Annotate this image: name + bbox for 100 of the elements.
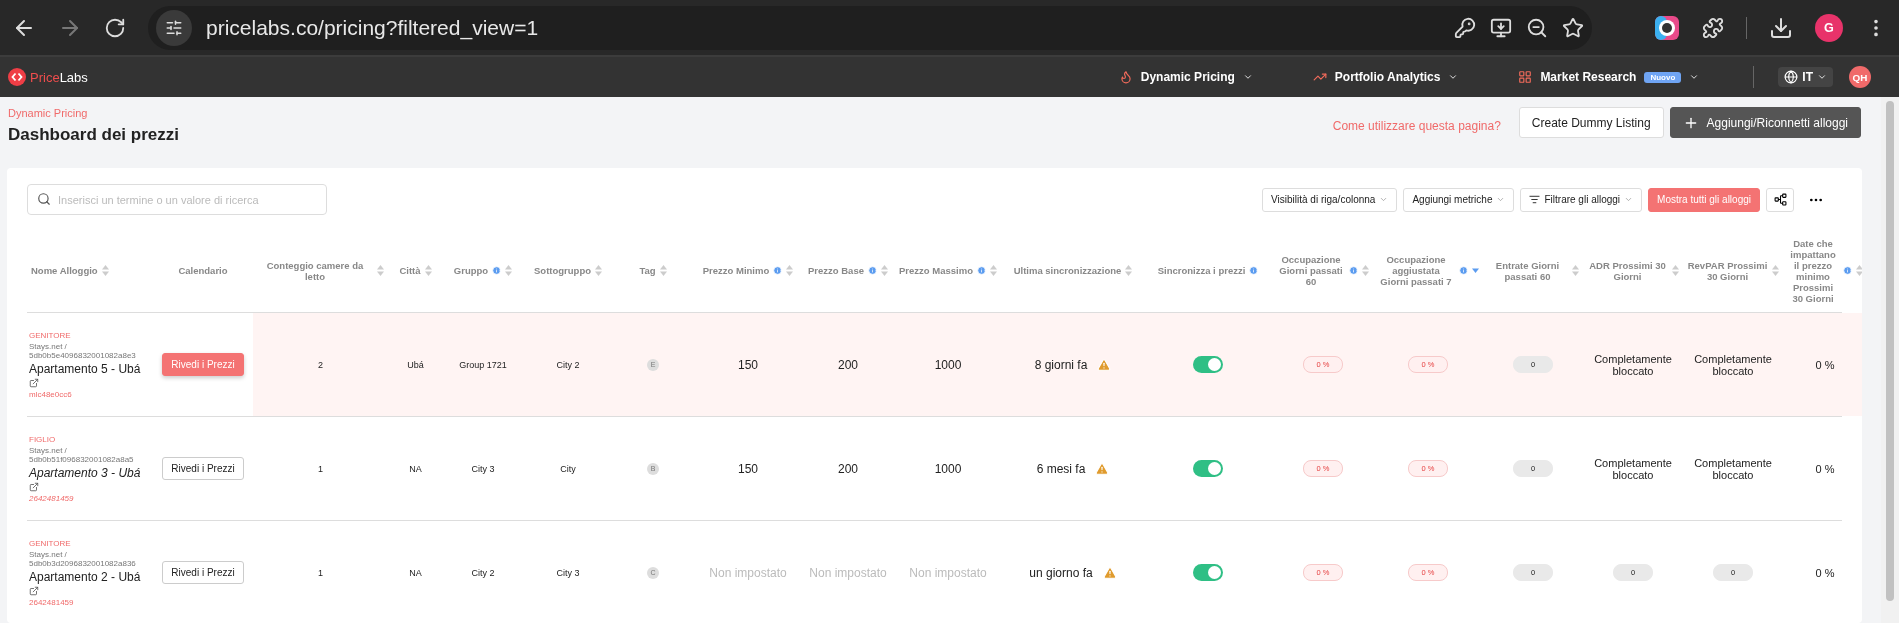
filter-icon	[1529, 194, 1541, 205]
external-link-icon[interactable]	[29, 585, 39, 596]
price-cell: Non impostato	[809, 565, 887, 580]
install-icon[interactable]	[1490, 16, 1512, 39]
sort-icon	[505, 265, 513, 276]
help-link[interactable]: Come utilizzare questa pagina?	[1332, 119, 1501, 133]
price-cell: 1000	[934, 357, 962, 372]
site-settings-icon[interactable]	[156, 9, 192, 46]
price-cell: Non impostato	[909, 565, 987, 580]
dropdown-button[interactable]: Visibilità di riga/colonna	[1262, 187, 1398, 212]
column-header[interactable]: Prezzo Base	[808, 265, 888, 276]
sort-icon	[595, 265, 602, 276]
column-header[interactable]: Conteggio camere da letto	[257, 259, 384, 282]
table-cell: 0 %	[1815, 566, 1835, 579]
external-link-icon[interactable]	[29, 377, 39, 388]
table-cell: City 3	[471, 463, 495, 474]
caret-icon	[1379, 195, 1389, 204]
table-cell: NA	[409, 567, 422, 578]
key-icon[interactable]	[1454, 16, 1476, 39]
sort-icon	[659, 265, 667, 276]
column-header[interactable]: ADR Prossimi 30 Giorni	[1587, 259, 1679, 282]
column-header[interactable]: Città	[399, 265, 432, 276]
info-icon	[773, 266, 783, 275]
sync-toggle[interactable]	[1193, 564, 1223, 581]
column-header[interactable]: Calendario	[178, 265, 228, 276]
nav-menu[interactable]: Portfolio Analytics	[1306, 69, 1465, 85]
download-icon[interactable]	[1769, 15, 1793, 40]
sort-icon	[1362, 265, 1369, 276]
sync-toggle[interactable]	[1193, 356, 1223, 373]
table-cell-text: Completamente bloccato	[1593, 456, 1673, 481]
table-cell: City 2	[556, 359, 580, 370]
reload-icon[interactable]	[104, 16, 126, 39]
table-cell-text: Completamente bloccato	[1693, 352, 1773, 377]
info-icon	[492, 266, 502, 275]
price-cell: 200	[838, 461, 858, 476]
language-selector[interactable]: IT	[1778, 67, 1833, 87]
column-header[interactable]: Nome Alloggio	[31, 265, 109, 276]
column-header[interactable]: Occupazione Giorni passati 60	[1277, 254, 1369, 287]
column-header[interactable]: Entrate Giorni passati 60	[1487, 259, 1579, 282]
dropdown-button[interactable]: Aggiungi metriche	[1403, 187, 1515, 212]
nav-menu[interactable]: Dynamic Pricing	[1112, 69, 1259, 85]
sync-toggle[interactable]	[1193, 460, 1223, 477]
listing-name: Apartamento 3 - Ubá	[29, 465, 142, 480]
column-header[interactable]: RevPAR Prossimi 30 Giorni	[1687, 259, 1779, 282]
role-label: GENITORE	[29, 330, 72, 340]
info-icon	[868, 266, 877, 275]
sort-icon	[1572, 265, 1579, 276]
listing-id: 2642481459	[29, 493, 75, 503]
last-sync-cell: un giorno fa	[1029, 565, 1093, 580]
caret-icon	[1242, 72, 1253, 82]
sort-icon	[989, 265, 997, 276]
listing-id: 2642481459	[29, 597, 75, 607]
info-icon	[1843, 266, 1852, 275]
price-cell: 150	[738, 357, 758, 372]
listing-source: Stays.net / 5db0b51f096832001082a8a5	[29, 445, 135, 464]
listing-name: Apartamento 5 - Ubá	[29, 361, 142, 376]
nav-menu[interactable]: Market Research Nuovo	[1512, 69, 1706, 85]
extensions-icon[interactable]	[1702, 16, 1724, 39]
scrollbar[interactable]	[1881, 97, 1899, 623]
search-field[interactable]: Inserisci un termine o un valore di ricerca	[27, 184, 327, 215]
column-header[interactable]: Prezzo Minimo	[702, 265, 794, 276]
warning-icon	[1095, 461, 1110, 476]
column-header[interactable]: Prezzo Massimo	[899, 265, 997, 276]
profile-avatar[interactable]: G	[1815, 13, 1843, 42]
create-listing-button[interactable]: Create Dummy Listing	[1518, 107, 1664, 138]
caret-icon	[1689, 72, 1700, 82]
review-prices-button[interactable]: Rivedi i Prezzi	[162, 561, 244, 584]
external-link-icon[interactable]	[29, 481, 39, 492]
column-header[interactable]: Occupazione aggiustata Giorni passati 7	[1377, 254, 1479, 287]
caret-icon	[1624, 195, 1634, 204]
listing-source: Stays.net / 5db0b5e4096832001082a8e3	[29, 341, 137, 360]
column-header[interactable]: Date che impattano il prezzo minimo Prossimi 30 Giorni	[1787, 237, 1862, 304]
table-cell: 2	[318, 359, 323, 370]
sort-icon	[881, 265, 888, 276]
user-avatar[interactable]: QH	[1849, 66, 1871, 88]
show-all-button[interactable]: Mostra tutti gli alloggi	[1648, 187, 1760, 212]
star-icon[interactable]	[1562, 16, 1584, 39]
flame-icon	[1118, 70, 1133, 84]
column-header[interactable]: Sincronizza i prezzi	[1157, 265, 1259, 276]
sort-icon	[1672, 265, 1679, 276]
new-badge: Nuovo	[1644, 71, 1682, 83]
price-cell: Non impostato	[709, 565, 787, 580]
column-header[interactable]: Ultima sincronizzazione	[1013, 265, 1133, 276]
camera-extension-icon[interactable]	[1654, 14, 1680, 41]
filter-dropdown[interactable]: Filtrare gli alloggi	[1520, 187, 1643, 212]
sort-down-icon	[1472, 268, 1479, 273]
add-listings-button[interactable]: Aggiungi/Riconnetti alloggi	[1669, 107, 1861, 138]
zoom-out-icon[interactable]	[1526, 16, 1548, 39]
listing-name: Apartamento 2 - Ubá	[29, 569, 142, 584]
table-cell: Group 1721	[459, 359, 507, 370]
column-header[interactable]: Tag	[639, 265, 667, 276]
review-prices-button[interactable]: Rivedi i Prezzi	[162, 353, 244, 376]
column-header[interactable]: Sottogruppo	[534, 265, 602, 276]
hierarchy-button[interactable]	[1766, 187, 1794, 212]
sort-icon	[786, 265, 794, 276]
listing-id: mlc48e0cc6	[29, 389, 73, 399]
column-header[interactable]: Gruppo	[453, 265, 513, 276]
breadcrumb-link[interactable]: Dynamic Pricing	[8, 107, 1333, 119]
review-prices-button[interactable]: Rivedi i Prezzi	[162, 457, 244, 480]
table-cell: Ubá	[407, 359, 424, 370]
